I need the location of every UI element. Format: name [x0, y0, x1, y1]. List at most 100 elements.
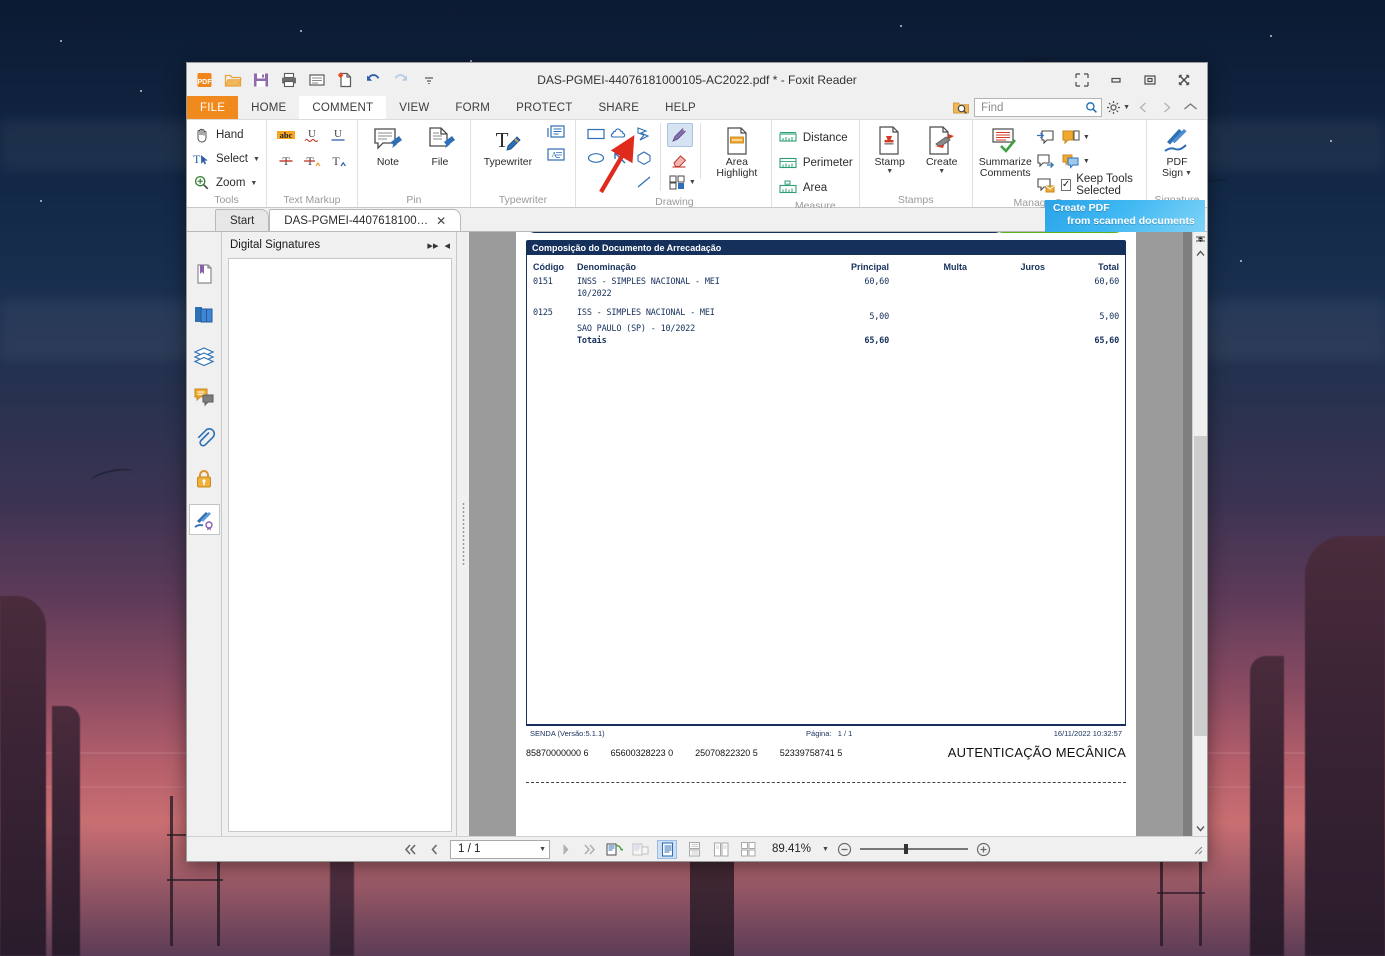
chevron-down-icon[interactable]: ▼ — [689, 179, 696, 186]
polygon-shape-icon[interactable] — [634, 150, 654, 169]
create-pdf-promo-banner[interactable]: Create PDF from scanned documents — [1045, 200, 1205, 232]
panel-splitter[interactable] — [457, 232, 469, 836]
minimize-icon[interactable] — [1099, 67, 1133, 93]
select-tool-button[interactable]: T Select ▼ — [193, 149, 260, 169]
ribbon-tab-help[interactable]: HELP — [652, 96, 709, 119]
perimeter-tool-button[interactable]: Perimeter — [778, 152, 853, 174]
email-icon[interactable] — [305, 68, 329, 92]
chevron-down-icon[interactable]: ▼ — [886, 168, 893, 175]
hand-tool-button[interactable]: Hand — [193, 125, 260, 145]
pdf-sign-button[interactable]: PDF Sign ▼ — [1153, 123, 1201, 179]
security-icon[interactable] — [189, 463, 220, 494]
scrollbar-track[interactable] — [1193, 261, 1208, 821]
document-viewport[interactable]: PGMEI(Versão:3.8.7) Composição do Docume… — [469, 232, 1183, 836]
send-comments-icon[interactable] — [1036, 153, 1056, 170]
view-mode-facing[interactable] — [711, 840, 731, 859]
ribbon-tab-form[interactable]: FORM — [442, 96, 504, 119]
chevron-down-icon[interactable]: ▼ — [938, 168, 945, 175]
page-number-input[interactable]: 1 / 1 ▼ — [450, 839, 551, 859]
stamp-button[interactable]: Stamp ▼ — [866, 123, 914, 175]
comments-icon[interactable] — [189, 381, 220, 412]
view-mode-continuous[interactable] — [684, 840, 704, 859]
replace-text-icon[interactable]: T — [302, 152, 322, 173]
export-comments-button[interactable]: ▼ — [1061, 129, 1090, 146]
resize-grip[interactable] — [1191, 843, 1203, 855]
redo-icon[interactable] — [389, 68, 413, 92]
strikeout-icon[interactable]: T — [276, 152, 296, 173]
highlight-text-icon[interactable]: abc — [275, 126, 297, 147]
open-icon[interactable] — [221, 68, 245, 92]
text-box-icon[interactable]: A — [546, 146, 566, 167]
callout-icon[interactable] — [546, 124, 566, 145]
vertical-scrollbar[interactable] — [1192, 232, 1207, 836]
back-nav-icon[interactable] — [1134, 101, 1153, 114]
eraser-tool-button[interactable] — [667, 149, 693, 171]
comment-styles-button[interactable]: ▼ — [1061, 153, 1090, 170]
zoom-slider[interactable] — [859, 844, 968, 854]
search-input[interactable]: Find — [974, 98, 1103, 117]
save-icon[interactable] — [249, 68, 273, 92]
file-attach-button[interactable]: File — [416, 123, 464, 168]
typewriter-button[interactable]: T Typewriter — [477, 123, 539, 168]
foxit-logo-icon[interactable]: PDF — [193, 68, 217, 92]
fullscreen-icon[interactable] — [1065, 67, 1099, 93]
summarize-comments-button[interactable]: Summarize Comments — [979, 123, 1032, 179]
ribbon-tab-file[interactable]: FILE — [187, 96, 239, 119]
pencil-tool-button[interactable] — [666, 123, 693, 147]
underline-icon[interactable]: U — [328, 126, 348, 147]
attachments-icon[interactable] — [189, 422, 220, 453]
area-highlight-button[interactable]: Area Highlight — [709, 123, 765, 179]
rotate-view-button[interactable] — [605, 841, 624, 858]
undo-icon[interactable] — [361, 68, 385, 92]
email-comments-icon[interactable] — [1036, 177, 1056, 194]
first-page-button[interactable] — [402, 841, 419, 858]
next-page-button[interactable] — [557, 841, 574, 858]
chevron-down-icon[interactable]: ▼ — [253, 156, 260, 163]
chevron-down-icon[interactable]: ▼ — [1185, 170, 1192, 177]
bookmarks-icon[interactable] — [189, 258, 220, 289]
reflow-view-button[interactable] — [631, 841, 650, 858]
panel-collapse-icon[interactable]: ◂ — [444, 239, 450, 252]
create-stamp-button[interactable]: Create ▼ — [918, 123, 966, 175]
signature-list[interactable] — [228, 258, 452, 832]
restore-icon[interactable] — [1133, 67, 1167, 93]
panel-expand-icon[interactable]: ▸▸ — [427, 239, 438, 252]
search-scope-icon[interactable] — [952, 99, 970, 117]
chevron-down-icon[interactable]: ▼ — [1083, 158, 1090, 165]
import-comments-icon[interactable] — [1036, 129, 1056, 146]
view-mode-continuous-facing[interactable] — [738, 840, 758, 859]
chevron-down-icon[interactable]: ▼ — [539, 846, 546, 853]
home-icon[interactable] — [1180, 101, 1201, 114]
last-page-button[interactable] — [581, 841, 598, 858]
chevron-down-icon[interactable]: ▼ — [1083, 134, 1090, 141]
document-tab-start[interactable]: Start — [215, 209, 270, 231]
polyline-shape-icon[interactable] — [634, 126, 654, 145]
drawing-properties-button[interactable]: ▼ — [667, 173, 696, 191]
forward-nav-icon[interactable] — [1157, 101, 1176, 114]
rectangle-shape-icon[interactable] — [586, 126, 606, 145]
line-shape-icon[interactable] — [634, 174, 654, 193]
insert-text-icon[interactable]: T — [328, 152, 348, 173]
ribbon-tab-view[interactable]: VIEW — [386, 96, 443, 119]
zoom-slider-knob[interactable] — [903, 844, 908, 854]
distance-tool-button[interactable]: Distance — [778, 127, 853, 149]
chevron-down-icon[interactable]: ▼ — [250, 180, 257, 187]
cloud-shape-icon[interactable] — [610, 126, 630, 145]
digital-signatures-icon[interactable] — [188, 504, 220, 535]
scroll-down-arrow[interactable] — [1193, 821, 1208, 836]
zoom-out-button[interactable] — [836, 841, 853, 858]
squiggly-underline-icon[interactable]: U — [302, 126, 322, 147]
scrollbar-split-handle[interactable] — [1193, 232, 1208, 246]
chevron-down-icon[interactable]: ▼ — [822, 846, 829, 853]
previous-page-button[interactable] — [426, 841, 443, 858]
arrow-shape-icon[interactable] — [610, 150, 630, 169]
new-from-scan-icon[interactable] — [333, 68, 357, 92]
layers-icon[interactable] — [189, 340, 220, 371]
pages-icon[interactable] — [189, 299, 220, 330]
ribbon-tab-share[interactable]: SHARE — [585, 96, 653, 119]
print-icon[interactable] — [277, 68, 301, 92]
scrollbar-thumb[interactable] — [1193, 436, 1207, 736]
scroll-up-arrow[interactable] — [1193, 246, 1208, 261]
note-button[interactable]: Note — [364, 123, 412, 168]
close-icon[interactable] — [1167, 67, 1201, 93]
